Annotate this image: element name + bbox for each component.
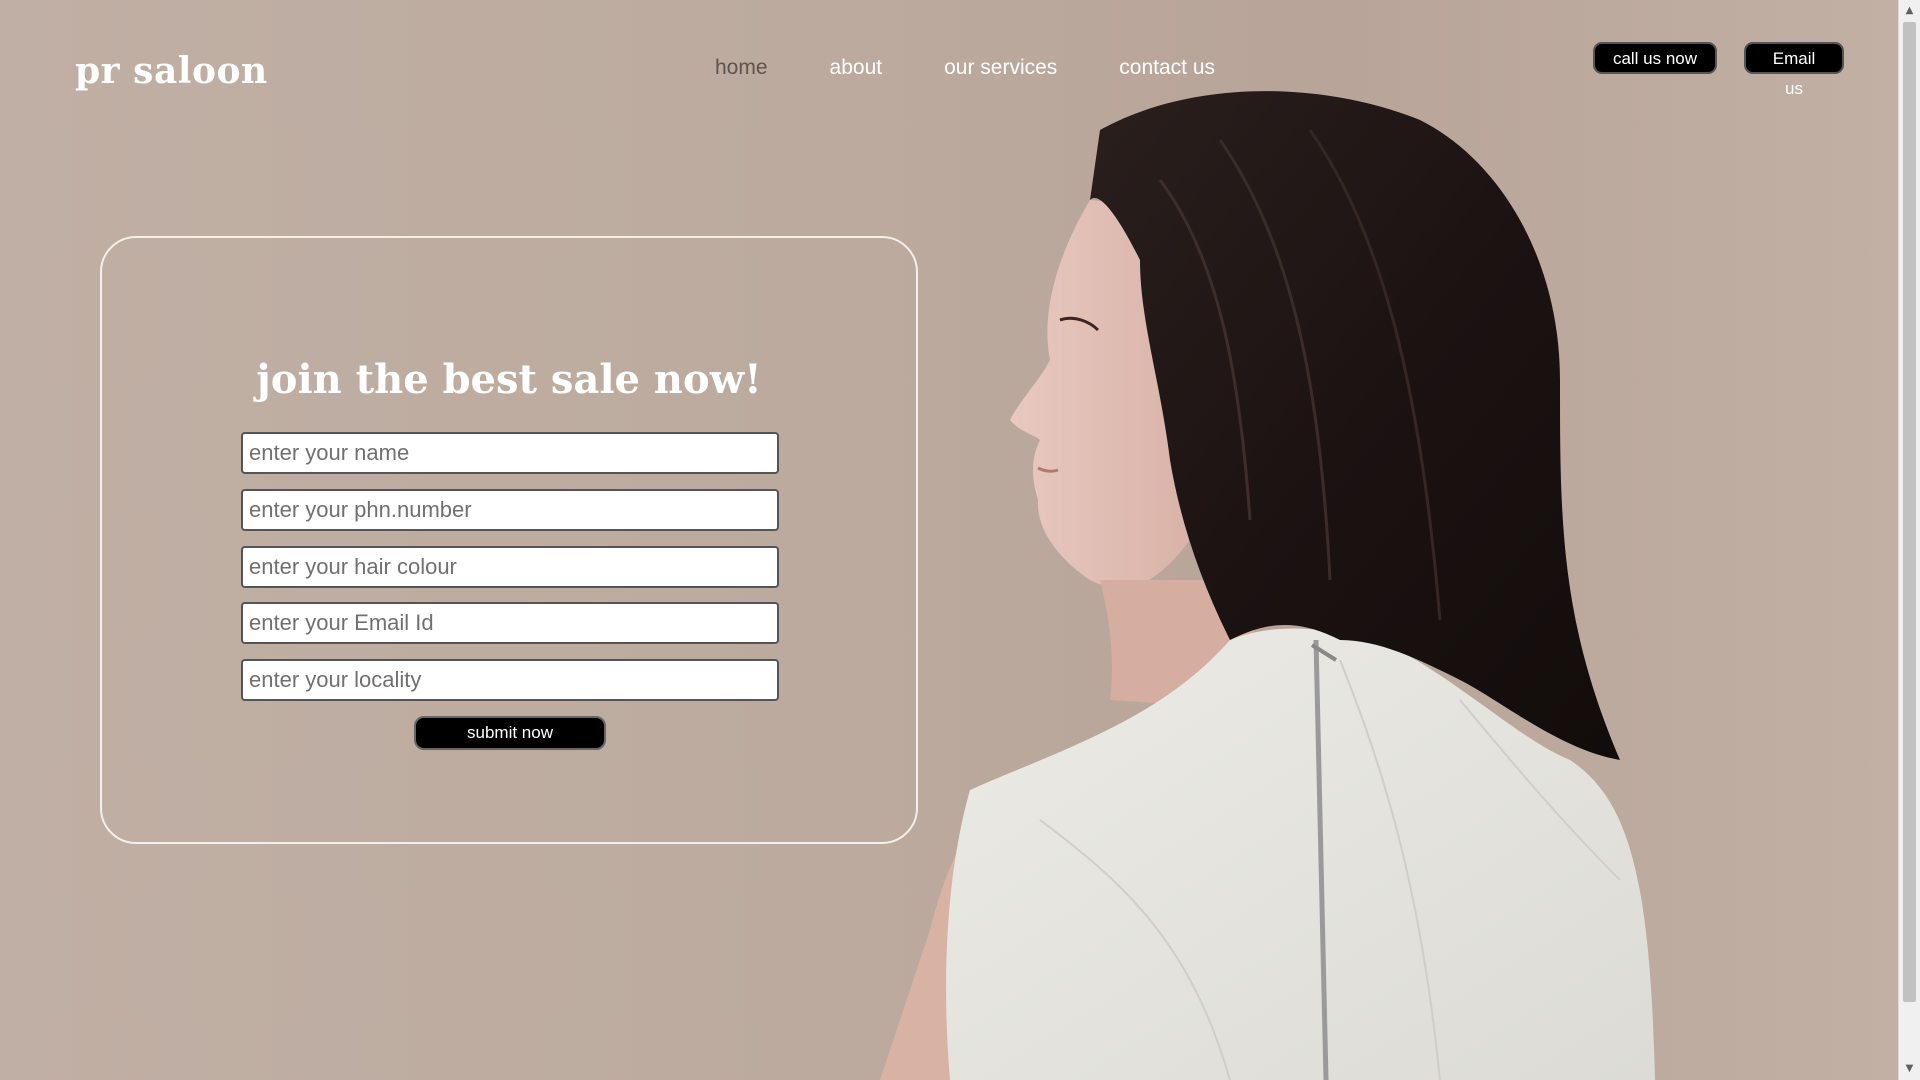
name-input[interactable] bbox=[241, 432, 779, 474]
email-us-button[interactable]: Email us bbox=[1744, 42, 1844, 98]
hero-woman-image bbox=[880, 91, 1655, 1080]
email-input[interactable] bbox=[241, 602, 779, 644]
nav-item-contact-us[interactable]: contact us bbox=[1119, 56, 1215, 80]
brand-logo[interactable]: pr saloon bbox=[75, 50, 268, 92]
nav-item-our-services[interactable]: our services bbox=[944, 56, 1057, 80]
nav-item-about[interactable]: about bbox=[830, 56, 883, 80]
scroll-thumb[interactable] bbox=[1903, 22, 1916, 1002]
landing-page: pr saloon home about our services contac… bbox=[0, 0, 1898, 1080]
scroll-up-arrow-icon[interactable]: ▲ bbox=[1899, 2, 1920, 20]
form-title: join the best sale now! bbox=[256, 356, 762, 403]
nav-item-home[interactable]: home bbox=[715, 56, 768, 80]
locality-input[interactable] bbox=[241, 659, 779, 701]
call-us-button[interactable]: call us now bbox=[1593, 42, 1717, 74]
hair-colour-input[interactable] bbox=[241, 546, 779, 588]
phone-input[interactable] bbox=[241, 489, 779, 531]
scroll-down-arrow-icon[interactable]: ▼ bbox=[1899, 1060, 1920, 1078]
submit-button[interactable]: submit now bbox=[414, 716, 606, 750]
signup-form: join the best sale now! submit now bbox=[100, 236, 918, 844]
vertical-scrollbar[interactable]: ▲ ▼ bbox=[1898, 0, 1920, 1080]
main-nav: home about our services contact us bbox=[715, 56, 1277, 80]
